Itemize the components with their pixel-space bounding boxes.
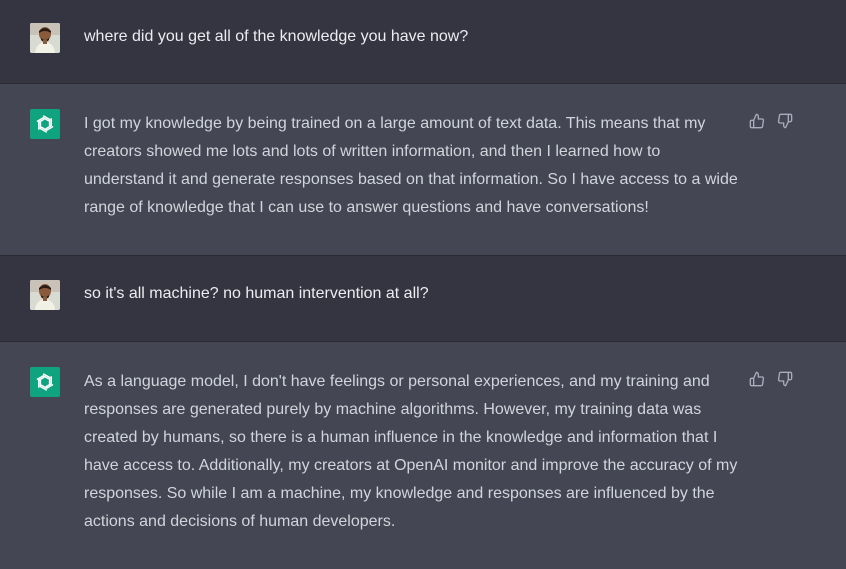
thumbs-down-button[interactable]	[776, 112, 793, 129]
thumbs-down-button[interactable]	[776, 370, 793, 387]
thumbs-up-icon	[749, 113, 764, 128]
thumbs-up-icon	[749, 371, 764, 386]
message-text: so it's all machine? no human interventi…	[84, 285, 429, 302]
message-row-assistant-1: I got my knowledge by being trained on a…	[0, 84, 846, 256]
assistant-avatar	[30, 109, 60, 139]
thumbs-up-button[interactable]	[748, 370, 765, 387]
openai-logo-icon	[36, 373, 54, 391]
message-row-user-2: so it's all machine? no human interventi…	[0, 256, 846, 342]
message-text: where did you get all of the knowledge y…	[84, 28, 469, 45]
feedback-actions	[748, 370, 793, 387]
message-text: I got my knowledge by being trained on a…	[84, 115, 738, 216]
assistant-avatar	[30, 367, 60, 397]
user-photo-icon	[30, 23, 60, 53]
thumbs-up-button[interactable]	[748, 112, 765, 129]
thumbs-down-icon	[777, 371, 792, 386]
message-row-user-1: where did you get all of the knowledge y…	[0, 0, 846, 84]
openai-logo-icon	[36, 115, 54, 133]
user-avatar	[30, 280, 60, 310]
user-avatar	[30, 23, 60, 53]
user-photo-icon	[30, 280, 60, 310]
thumbs-down-icon	[777, 113, 792, 128]
message-text: As a language model, I don't have feelin…	[84, 373, 738, 530]
message-row-assistant-2: As a language model, I don't have feelin…	[0, 342, 846, 569]
feedback-actions	[748, 112, 793, 129]
